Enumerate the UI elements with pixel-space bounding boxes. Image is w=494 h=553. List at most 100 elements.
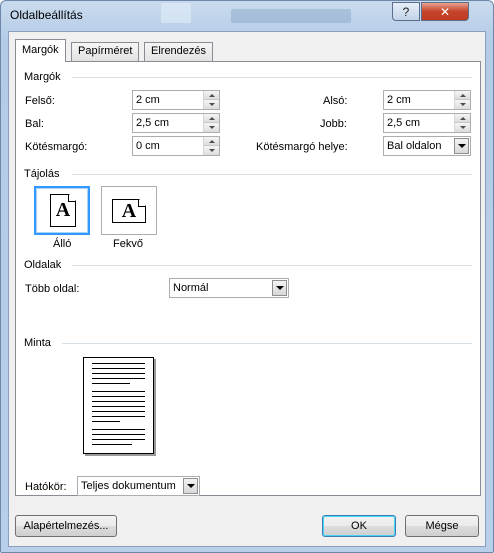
top-margin-label: Felső: xyxy=(25,95,55,107)
tab-paper-size[interactable]: Papírméret xyxy=(71,42,140,61)
pages-section-title: Oldalak xyxy=(24,259,62,271)
right-margin-label: Jobb: xyxy=(320,118,347,130)
left-margin-label: Bal: xyxy=(25,118,44,130)
chevron-down-icon xyxy=(186,484,195,488)
ok-button[interactable]: OK xyxy=(322,515,396,537)
section-divider xyxy=(72,265,472,266)
spin-up-button[interactable] xyxy=(204,114,219,123)
tab-layout[interactable]: Elrendezés xyxy=(144,42,214,61)
set-as-default-button[interactable]: Alapértelmezés... xyxy=(15,515,117,537)
preview-line xyxy=(92,391,145,392)
orientation-section-title: Tájolás xyxy=(24,168,60,180)
top-margin-spinner[interactable]: 2 cm xyxy=(132,90,220,110)
spin-up-button[interactable] xyxy=(204,137,219,146)
right-margin-value: 2,5 cm xyxy=(387,117,421,129)
help-button[interactable]: ? xyxy=(392,2,420,21)
gutter-position-value: Bal oldalon xyxy=(387,140,442,152)
title-bar-reflection xyxy=(161,3,191,23)
preview-line xyxy=(92,421,120,422)
dropdown-button[interactable] xyxy=(454,138,469,154)
left-margin-value: 2,5 cm xyxy=(136,117,170,129)
close-icon: ✕ xyxy=(439,4,451,19)
page-glyph: A xyxy=(121,199,137,222)
tab-margins[interactable]: Margók xyxy=(15,39,66,62)
chevron-down-icon xyxy=(275,286,284,290)
gutter-value: 0 cm xyxy=(136,140,160,152)
bottom-margin-spinner[interactable]: 2 cm xyxy=(383,90,471,110)
title-bar-reflection xyxy=(231,9,351,23)
multiple-pages-label: Több oldal: xyxy=(25,283,80,295)
arrow-up-icon xyxy=(459,116,466,120)
gutter-position-label: Kötésmargó helye: xyxy=(256,141,348,153)
landscape-button[interactable]: A xyxy=(101,186,157,235)
multiple-pages-select[interactable]: Normál xyxy=(169,278,289,298)
preview-line xyxy=(92,429,145,430)
spin-up-button[interactable] xyxy=(455,91,470,100)
landscape-label: Fekvő xyxy=(113,238,143,250)
gutter-label: Kötésmargó: xyxy=(25,141,88,153)
portrait-label: Álló xyxy=(53,238,72,250)
tab-panel-margins: Margók Felső: 2 cm Alsó: 2 cm Bal: 2,5 c… xyxy=(15,61,481,496)
right-margin-spinner[interactable]: 2,5 cm xyxy=(383,113,471,133)
preview-line xyxy=(92,401,145,402)
spinner-arrows xyxy=(203,137,219,155)
multiple-pages-value: Normál xyxy=(173,282,209,294)
spin-up-button[interactable] xyxy=(204,91,219,100)
preview-line xyxy=(92,406,145,407)
portrait-button[interactable]: A xyxy=(34,186,90,235)
close-button[interactable]: ✕ xyxy=(421,2,469,21)
spinner-arrows xyxy=(454,114,470,132)
page-fold xyxy=(138,200,145,207)
spinner-arrows xyxy=(203,91,219,109)
arrow-up-icon xyxy=(459,93,466,97)
preview-line xyxy=(92,444,132,445)
landscape-page-icon: A xyxy=(112,199,146,223)
title-bar[interactable]: Oldalbeállítás ? ✕ xyxy=(1,1,493,31)
preview-line xyxy=(92,411,145,412)
spin-down-button[interactable] xyxy=(204,146,219,155)
spinner-arrows xyxy=(454,91,470,109)
spin-down-button[interactable] xyxy=(204,123,219,132)
spin-down-button[interactable] xyxy=(455,100,470,109)
arrow-down-icon xyxy=(208,149,215,152)
preview-line xyxy=(92,373,145,374)
page-fold xyxy=(68,195,75,202)
preview-section-title: Minta xyxy=(24,337,51,349)
preview-line xyxy=(92,434,145,435)
cancel-button[interactable]: Mégse xyxy=(405,515,479,537)
section-divider xyxy=(72,174,472,175)
left-margin-spinner[interactable]: 2,5 cm xyxy=(132,113,220,133)
arrow-up-icon xyxy=(208,139,215,143)
arrow-up-icon xyxy=(208,116,215,120)
apply-to-select[interactable]: Teljes dokumentum xyxy=(77,476,200,496)
spin-down-button[interactable] xyxy=(455,123,470,132)
page-preview xyxy=(83,357,154,454)
section-divider xyxy=(62,343,472,344)
apply-to-value: Teljes dokumentum xyxy=(81,480,176,492)
preview-line xyxy=(92,368,145,369)
chevron-down-icon xyxy=(457,144,466,148)
dropdown-button[interactable] xyxy=(272,280,287,296)
spin-down-button[interactable] xyxy=(204,100,219,109)
arrow-down-icon xyxy=(208,103,215,106)
arrow-down-icon xyxy=(208,126,215,129)
portrait-page-icon: A xyxy=(50,194,76,227)
dialog-client-area: Margók Papírméret Elrendezés Margók Fels… xyxy=(8,31,486,547)
bottom-margin-label: Alsó: xyxy=(323,95,348,107)
arrow-down-icon xyxy=(459,103,466,106)
preview-line xyxy=(92,396,145,397)
window-title: Oldalbeállítás xyxy=(10,8,83,22)
spinner-arrows xyxy=(203,114,219,132)
dropdown-button[interactable] xyxy=(183,478,198,494)
gutter-spinner[interactable]: 0 cm xyxy=(132,136,220,156)
top-margin-value: 2 cm xyxy=(136,94,160,106)
preview-line xyxy=(92,416,145,417)
preview-line xyxy=(92,439,145,440)
margins-section-title: Margók xyxy=(24,71,61,83)
spin-up-button[interactable] xyxy=(455,114,470,123)
gutter-position-select[interactable]: Bal oldalon xyxy=(383,136,471,156)
bottom-margin-value: 2 cm xyxy=(387,94,411,106)
page-glyph: A xyxy=(55,199,71,221)
arrow-up-icon xyxy=(208,93,215,97)
preview-line xyxy=(92,363,145,364)
